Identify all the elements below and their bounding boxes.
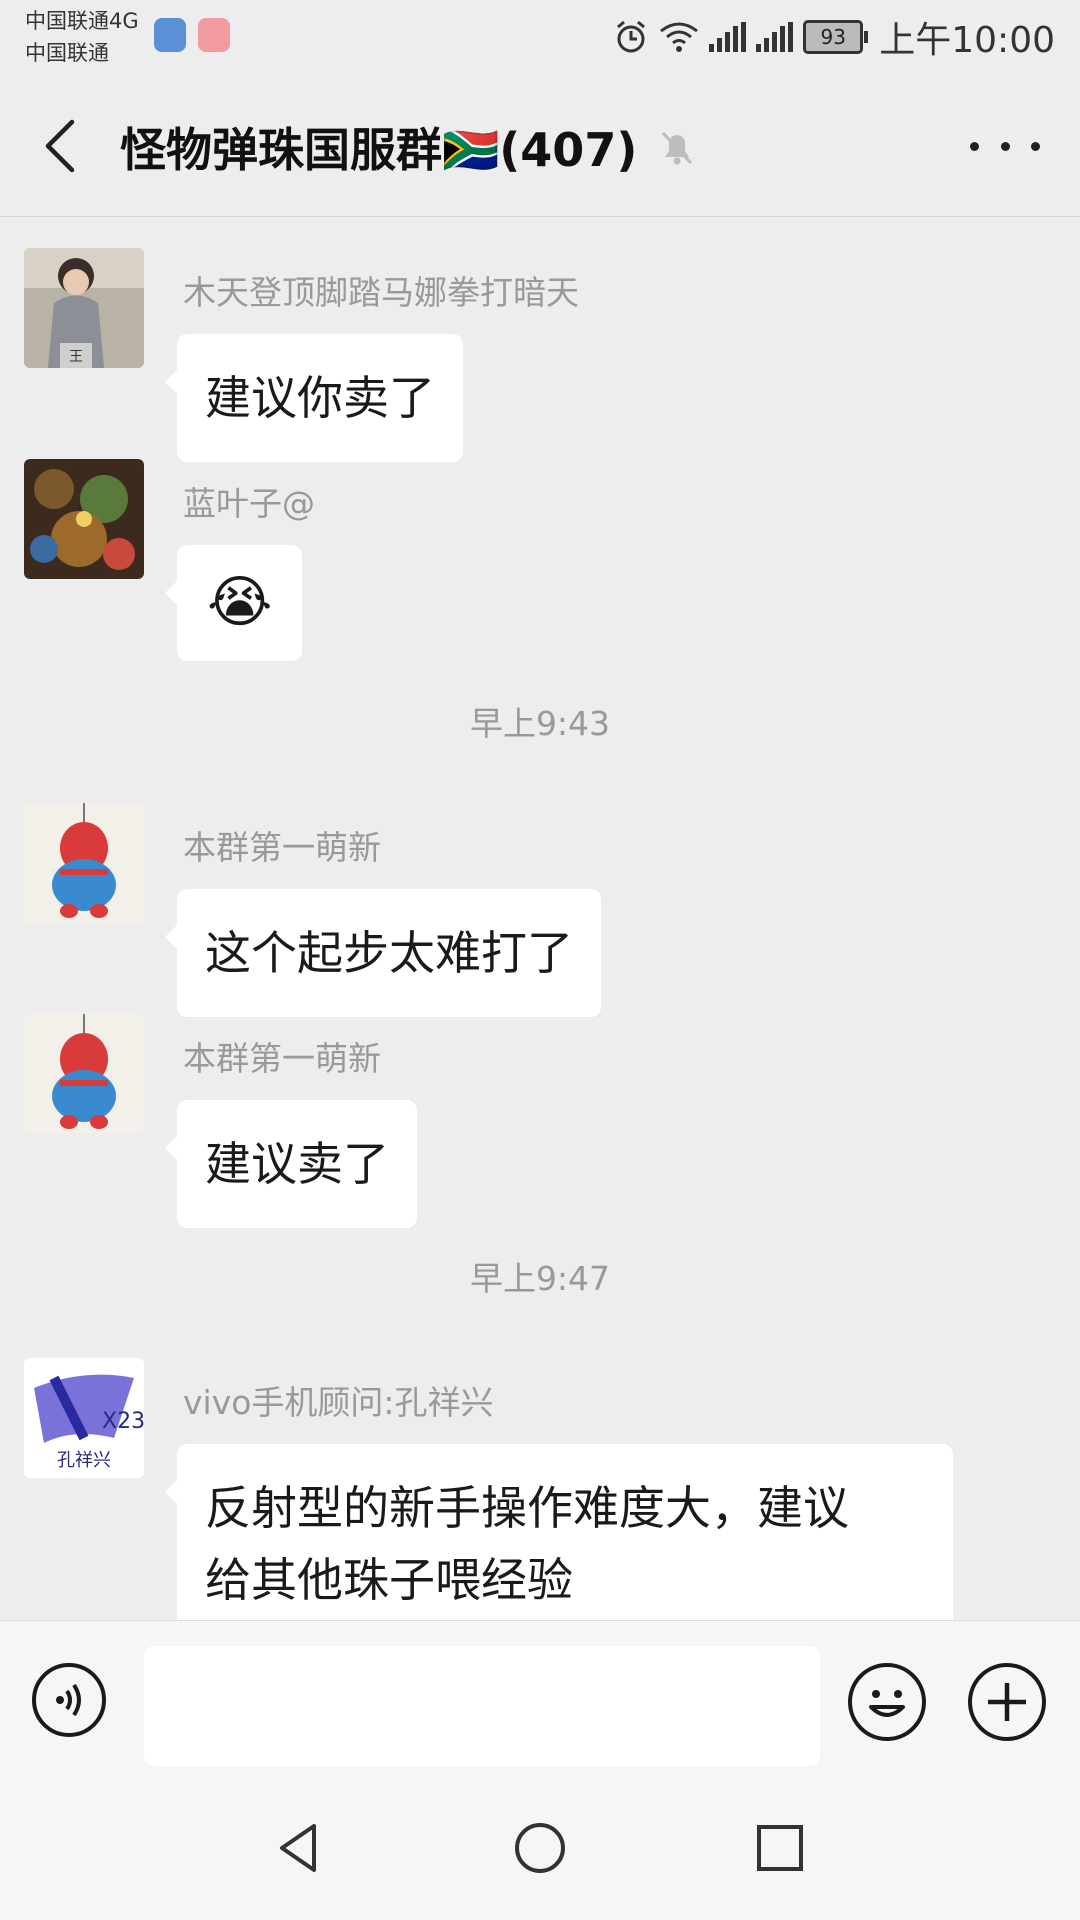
battery-icon: 93	[803, 20, 869, 54]
more-dot	[1031, 141, 1040, 151]
avatar[interactable]: X23 孔祥兴	[24, 1358, 144, 1478]
avatar-game-image	[24, 459, 144, 579]
message-bubble[interactable]: 建议卖了	[165, 1100, 417, 1228]
title-wrap: 怪物弹珠国服群🇿🇦(407)	[120, 114, 699, 180]
message-bubble[interactable]: 反射型的新手操作难度大，建议 给其他珠子喂经验	[165, 1444, 953, 1644]
signal-4g-icon	[709, 22, 747, 52]
chat-title: 怪物弹珠国服群🇿🇦(407)	[120, 123, 638, 177]
back-chevron-icon	[45, 119, 75, 173]
bell-muted-icon	[662, 131, 693, 165]
plus-button[interactable]	[968, 1663, 1046, 1741]
avatar[interactable]: 王	[24, 248, 144, 368]
carrier-label-1: 中国联通4G	[25, 9, 139, 33]
avatar[interactable]	[24, 803, 144, 923]
message-text-line-1: 反射型的新手操作难度大，建议	[205, 1481, 849, 1535]
message-text: 建议卖了	[205, 1137, 389, 1191]
avatar-child-image: 王	[24, 248, 144, 368]
more-dot	[1000, 141, 1010, 151]
message-input[interactable]	[144, 1646, 820, 1766]
wifi-icon	[660, 22, 699, 52]
sender-name: 本群第一萌新	[183, 1039, 381, 1078]
avatar-spiderman-image	[24, 1014, 144, 1134]
input-bar	[0, 1620, 1080, 1766]
voice-icon	[56, 1683, 81, 1717]
more-dot	[970, 141, 979, 151]
avatar-child-label: 王	[69, 349, 83, 365]
avatar[interactable]	[24, 459, 144, 579]
nav-home-icon[interactable]	[510, 1818, 570, 1878]
sender-name: 蓝叶子@	[183, 484, 315, 523]
emoji-button[interactable]	[848, 1663, 926, 1741]
avatar-spiderman-image	[24, 803, 144, 923]
sender-name: 木天登顶脚踏马娜拳打暗天	[183, 273, 579, 312]
message-text: 建议你卖了	[205, 371, 435, 425]
status-right: 93 上午10:00	[613, 14, 1055, 61]
sender-name: 本群第一萌新	[183, 828, 381, 867]
more-button[interactable]	[970, 124, 1040, 168]
timestamp: 早上9:47	[469, 1259, 611, 1298]
carrier-label-2: 中国联通	[25, 41, 109, 65]
avatar[interactable]	[24, 1014, 144, 1134]
plus-icon	[988, 1683, 1026, 1721]
shield-icon	[154, 18, 186, 52]
message-emoji: 😭	[207, 570, 273, 635]
message-text: 这个起步太难打了	[205, 926, 573, 980]
app-emoji-icon	[198, 18, 230, 52]
message-bubble[interactable]: 这个起步太难打了	[165, 889, 601, 1017]
message-bubble[interactable]: 😭	[164, 545, 303, 661]
voice-button[interactable]	[32, 1663, 106, 1737]
message-text-line-2: 给其他珠子喂经验	[205, 1553, 573, 1607]
emoji-icon	[869, 1690, 905, 1717]
message-bubble[interactable]: 建议你卖了	[165, 334, 463, 462]
signal-e-icon	[756, 22, 794, 52]
status-bar: 中国联通4G 中国联通 93 上午10:00	[0, 0, 1080, 76]
chat-area[interactable]: 王 木天登顶脚踏马娜拳打暗天 建议你卖了 蓝叶子@ 😭 早上9:43 本群第一萌…	[0, 217, 1080, 1644]
chat-header: 怪物弹珠国服群🇿🇦(407)	[0, 76, 1080, 217]
alarm-icon	[617, 20, 646, 53]
sender-name: vivo手机顾问:孔祥兴	[183, 1383, 494, 1422]
status-time: 上午10:00	[879, 20, 1055, 61]
avatar-vivo-image: X23 孔祥兴	[24, 1358, 144, 1478]
back-button[interactable]	[30, 111, 90, 181]
nav-back-icon[interactable]	[270, 1818, 330, 1878]
avatar-vivo-model: X23	[102, 1409, 144, 1434]
avatar-vivo-name: 孔祥兴	[57, 1450, 111, 1471]
nav-recents-icon[interactable]	[750, 1818, 810, 1878]
system-nav-bar	[0, 1766, 1080, 1920]
timestamp: 早上9:43	[469, 704, 611, 743]
